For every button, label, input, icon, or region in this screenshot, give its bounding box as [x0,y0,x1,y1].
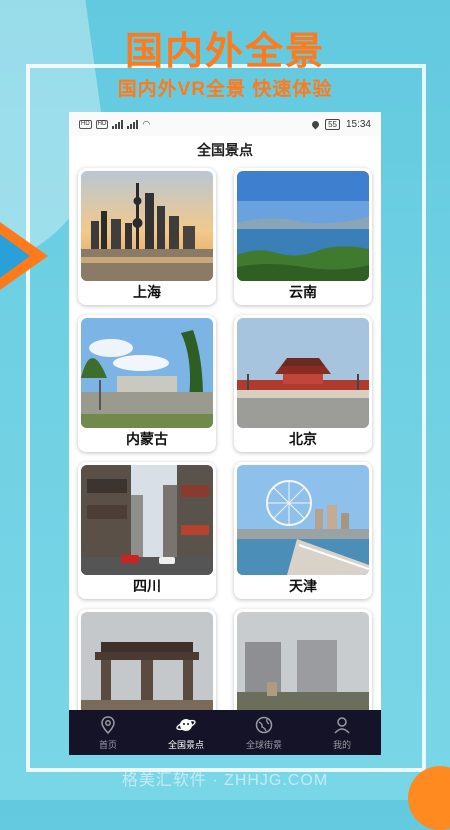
hd-indicator: HD [79,119,92,129]
phone-screen: HD HD ◠ 55 15:34 全国景点 上海 云南 内蒙古 北京 四川 天津… [69,112,381,755]
spot-card-shanghai[interactable]: 上海 [78,168,216,305]
tab-home[interactable]: 首页 [69,710,147,755]
spot-card-beijing[interactable]: 北京 [234,315,372,452]
status-bar: HD HD ◠ 55 15:34 [69,112,381,136]
tab-profile[interactable]: 我的 [303,710,381,755]
tianjin-photo [237,465,369,575]
user-icon [334,716,350,734]
spot-name: 上海 [133,284,161,300]
globe-icon [255,716,273,733]
clock: 15:34 [345,118,371,130]
promo-subheadline: 国内外VR全景 快速体验 [117,79,333,100]
watermark: 格美汇软件 · ZHHJG.COM [121,772,329,789]
spot-card-tianjin[interactable]: 天津 [234,462,372,599]
tab-label: 全球街景 [245,739,282,750]
tab-label: 首页 [98,739,117,750]
tab-national-spots[interactable]: 全国景点 [147,710,225,755]
spot-name: 天津 [289,578,317,594]
tab-label: 我的 [332,739,351,750]
beijing-photo [237,318,369,428]
arrow-decoration-inner [0,234,30,278]
wifi-icon: ◠ [142,118,151,129]
spot-name: 内蒙古 [126,431,168,447]
spot-grid: 上海 云南 内蒙古 北京 四川 天津 [69,164,381,746]
towers-photo [237,612,369,722]
location-pin-icon [101,715,115,734]
spot-name: 北京 [289,431,317,447]
shanghai-photo [81,171,213,281]
spot-card-inner-mongolia[interactable]: 内蒙古 [78,315,216,452]
signal-icon [112,119,124,129]
spot-card-yunnan[interactable]: 云南 [234,168,372,305]
hd-indicator: HD [95,119,109,129]
gate-photo [81,612,213,722]
tab-label: 全国景点 [167,739,204,750]
spot-name: 四川 [133,578,161,594]
page-title: 全国景点 [197,142,253,158]
spot-name: 云南 [289,284,317,300]
signal-icon [127,119,139,129]
yunnan-photo [237,171,369,281]
sichuan-photo [81,465,213,575]
tab-global-streetview[interactable]: 全球街景 [225,710,303,755]
bottom-tab-bar: 首页 全国景点 全球街景 我的 [69,710,381,755]
location-icon [310,119,321,129]
spot-card-sichuan[interactable]: 四川 [78,462,216,599]
battery-icon: 55 [325,118,340,130]
inner-mongolia-photo [81,318,213,428]
promo-headline: 国内外全景 [124,31,325,73]
planet-icon [176,718,196,731]
